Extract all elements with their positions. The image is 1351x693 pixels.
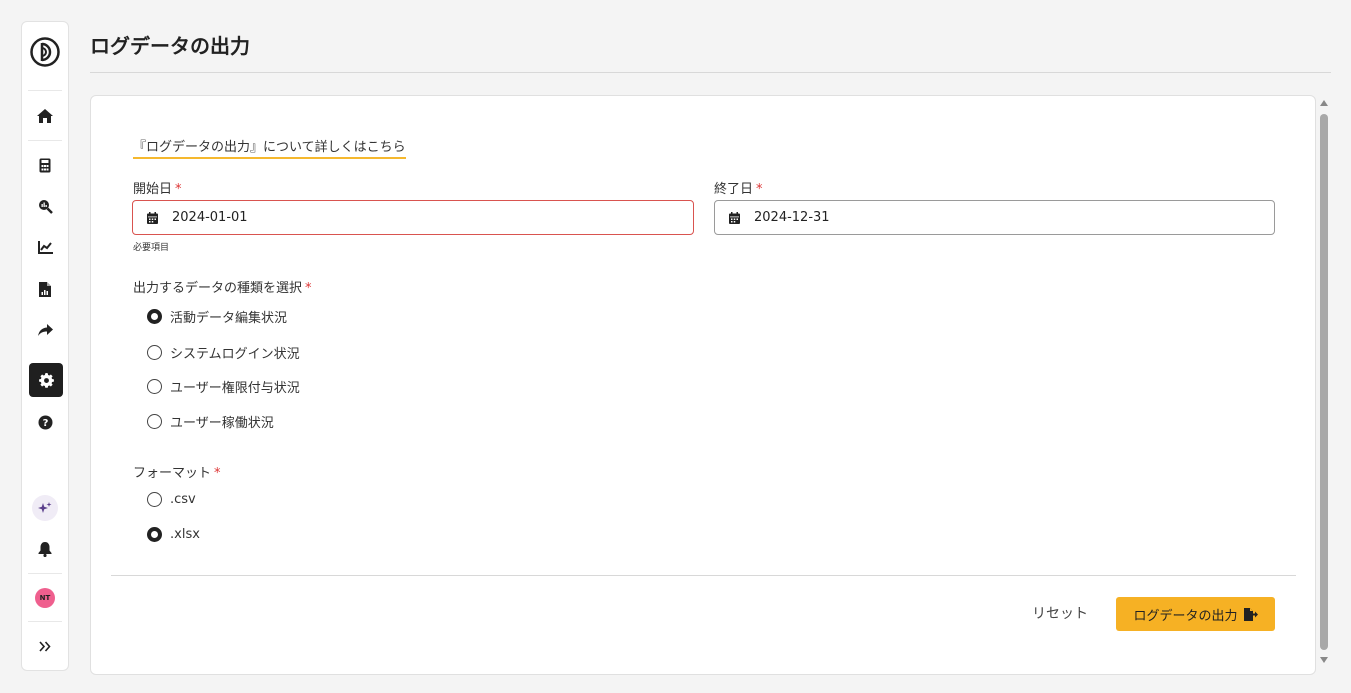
sidebar-item-home[interactable]: [22, 96, 68, 136]
svg-text:?: ?: [42, 418, 48, 429]
sidebar-item-line-chart[interactable]: [22, 227, 68, 267]
user-avatar-button[interactable]: NT: [22, 578, 68, 618]
radio-user-permission[interactable]: ユーザー権限付与状況: [147, 377, 300, 396]
scrollbar-thumb[interactable]: [1320, 114, 1328, 650]
footer-divider: [111, 575, 1296, 576]
radio-activity-edit[interactable]: 活動データ編集状況: [147, 307, 287, 326]
required-mark: *: [214, 466, 221, 481]
radio-button[interactable]: [147, 309, 162, 324]
data-type-label: 出力するデータの種類を選択 *: [133, 281, 312, 296]
required-mark: *: [175, 182, 182, 197]
start-date-input[interactable]: 2024-01-01: [132, 200, 694, 235]
end-date-label: 終了日 *: [714, 182, 763, 197]
search-analytics-icon: [38, 199, 53, 214]
calendar-icon: [147, 211, 158, 224]
radio-button[interactable]: [147, 379, 162, 394]
line-chart-icon: [37, 240, 53, 254]
page-title: ログデータの出力: [90, 34, 250, 58]
start-date-value: 2024-01-01: [172, 210, 248, 225]
scroll-down-arrow[interactable]: [1320, 657, 1328, 663]
sidebar-item-help[interactable]: ?: [22, 402, 68, 442]
ai-sparkle-icon: [38, 502, 52, 513]
reset-button[interactable]: リセット: [1022, 597, 1098, 629]
double-chevron-right-icon: [39, 640, 51, 652]
calendar-icon: [729, 211, 740, 224]
sidebar: ? NT: [21, 21, 69, 671]
sidebar-item-search-analytics[interactable]: [22, 186, 68, 226]
start-date-label: 開始日 *: [133, 182, 182, 197]
radio-button[interactable]: [147, 492, 162, 507]
help-link[interactable]: 『ログデータの出力』について詳しくはこちら: [133, 136, 406, 159]
end-date-input[interactable]: 2024-12-31: [714, 200, 1275, 235]
ai-assistant-button[interactable]: [22, 488, 68, 528]
radio-button[interactable]: [147, 345, 162, 360]
share-arrow-icon: [37, 323, 53, 336]
notifications-button[interactable]: [22, 529, 68, 569]
format-label: フォーマット *: [133, 466, 221, 481]
radio-format-csv[interactable]: .csv: [147, 492, 196, 507]
radio-system-login[interactable]: システムログイン状況: [147, 343, 300, 362]
gear-icon: [38, 372, 54, 388]
file-export-icon: [1243, 607, 1258, 621]
expand-sidebar-button[interactable]: [22, 626, 68, 666]
scroll-up-arrow[interactable]: [1320, 100, 1328, 106]
sidebar-item-calculator[interactable]: [22, 145, 68, 185]
app-logo-icon: [30, 37, 60, 67]
header-divider: [90, 72, 1331, 73]
required-mark: *: [305, 281, 312, 296]
app-logo[interactable]: [22, 32, 68, 72]
radio-format-xlsx[interactable]: .xlsx: [147, 527, 200, 542]
radio-button[interactable]: [147, 414, 162, 429]
sidebar-item-report[interactable]: [22, 269, 68, 309]
sidebar-item-settings[interactable]: [29, 363, 63, 397]
report-document-icon: [39, 281, 51, 297]
calculator-icon: [39, 158, 51, 172]
radio-button[interactable]: [147, 527, 162, 542]
bell-icon: [38, 541, 52, 557]
required-mark: *: [756, 182, 763, 197]
help-icon: ?: [38, 415, 52, 429]
end-date-value: 2024-12-31: [754, 210, 830, 225]
avatar: NT: [35, 588, 55, 608]
export-button[interactable]: ログデータの出力: [1116, 597, 1275, 631]
sidebar-item-share[interactable]: [22, 310, 68, 350]
export-button-label: ログデータの出力: [1133, 608, 1238, 624]
start-date-error: 必要項目: [133, 243, 170, 253]
home-icon: [37, 109, 53, 123]
radio-user-activity[interactable]: ユーザー稼働状況: [147, 412, 274, 431]
